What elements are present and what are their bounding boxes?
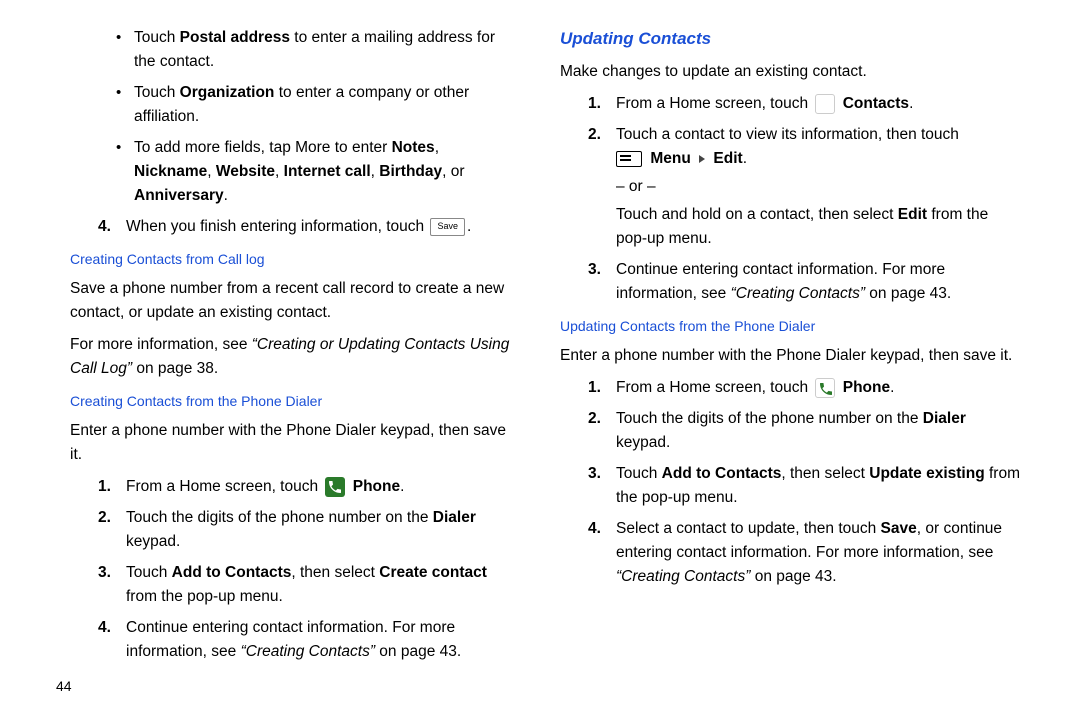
dialer-step-4: 4. Continue entering contact information… bbox=[98, 616, 516, 664]
bullet-organization: Touch Organization to enter a company or… bbox=[116, 81, 516, 129]
bullet-more-fields: To add more fields, tap More to enter No… bbox=[116, 136, 516, 208]
update-step-2: 2. Touch a contact to view its informati… bbox=[588, 123, 1022, 251]
bold-postal: Postal address bbox=[180, 29, 290, 46]
bold-edit: Edit bbox=[713, 150, 742, 167]
update-step-1: 1. From a Home screen, touch Contacts. bbox=[588, 92, 1022, 116]
bold-phone: Phone bbox=[843, 379, 890, 396]
step-number: 4. bbox=[98, 215, 111, 239]
step-number: 4. bbox=[98, 616, 111, 640]
bullet-postal-address: Touch Postal address to enter a mailing … bbox=[116, 26, 516, 74]
call-log-intro: Save a phone number from a recent call r… bbox=[70, 277, 516, 325]
text: Touch bbox=[134, 84, 180, 101]
left-column: Touch Postal address to enter a mailing … bbox=[40, 26, 540, 700]
bold-add-to-contacts: Add to Contacts bbox=[172, 564, 292, 581]
step-number: 2. bbox=[588, 407, 601, 431]
updating-intro: Make changes to update an existing conta… bbox=[560, 60, 1022, 84]
subheading-phone-dialer-create: Creating Contacts from the Phone Dialer bbox=[70, 391, 516, 413]
text: When you finish entering information, to… bbox=[126, 218, 424, 235]
bold-dialer: Dialer bbox=[433, 509, 476, 526]
phone-icon bbox=[815, 378, 835, 398]
step-number: 1. bbox=[588, 376, 601, 400]
bold-internet-call: Internet call bbox=[284, 163, 371, 180]
dialer-step-2: 2. Touch the digits of the phone number … bbox=[98, 506, 516, 554]
call-log-ref: For more information, see “Creating or U… bbox=[70, 333, 516, 381]
bold-dialer: Dialer bbox=[923, 410, 966, 427]
step-number: 2. bbox=[98, 506, 111, 530]
step-number: 3. bbox=[588, 258, 601, 282]
step-number: 3. bbox=[98, 561, 111, 585]
dialer-update-intro: Enter a phone number with the Phone Dial… bbox=[560, 344, 1022, 368]
text: To add more fields, tap More to enter bbox=[134, 139, 392, 156]
subheading-phone-dialer-update: Updating Contacts from the Phone Dialer bbox=[560, 316, 1022, 338]
bold-nickname: Nickname bbox=[134, 163, 207, 180]
field-options-list: Touch Postal address to enter a mailing … bbox=[70, 26, 516, 208]
step-number: 1. bbox=[588, 92, 601, 116]
bold-website: Website bbox=[216, 163, 275, 180]
bold-anniversary: Anniversary bbox=[134, 187, 224, 204]
save-button-graphic: Save bbox=[430, 218, 465, 236]
update-step-3: 3. Continue entering contact information… bbox=[588, 258, 1022, 306]
text: Touch bbox=[134, 29, 180, 46]
bold-contacts: Contacts bbox=[843, 95, 909, 112]
bold-edit: Edit bbox=[898, 206, 927, 223]
menu-icon bbox=[616, 151, 642, 167]
dialer-update-step-2: 2. Touch the digits of the phone number … bbox=[588, 407, 1022, 455]
bold-add-to-contacts: Add to Contacts bbox=[662, 465, 782, 482]
dialer-create-intro: Enter a phone number with the Phone Dial… bbox=[70, 419, 516, 467]
dialer-step-3: 3. Touch Add to Contacts, then select Cr… bbox=[98, 561, 516, 609]
dialer-update-step-4: 4. Select a contact to update, then touc… bbox=[588, 517, 1022, 589]
step-4-finish: 4. When you finish entering information,… bbox=[98, 215, 516, 239]
bold-birthday: Birthday bbox=[379, 163, 442, 180]
bold-notes: Notes bbox=[392, 139, 435, 156]
bold-save: Save bbox=[881, 520, 917, 537]
bold-organization: Organization bbox=[180, 84, 275, 101]
or-separator: – or – bbox=[616, 175, 1022, 199]
bold-phone: Phone bbox=[353, 478, 400, 495]
manual-page: Touch Postal address to enter a mailing … bbox=[0, 0, 1080, 720]
cross-ref: “Creating Contacts” bbox=[731, 285, 865, 302]
dialer-update-step-1: 1. From a Home screen, touch Phone. bbox=[588, 376, 1022, 400]
bold-menu: Menu bbox=[650, 150, 690, 167]
dialer-step-1: 1. From a Home screen, touch Phone. bbox=[98, 475, 516, 499]
step-number: 4. bbox=[588, 517, 601, 541]
contacts-icon bbox=[815, 94, 835, 114]
heading-updating-contacts: Updating Contacts bbox=[560, 26, 1022, 52]
arrow-icon bbox=[699, 155, 705, 163]
step-number: 2. bbox=[588, 123, 601, 147]
step-number: 3. bbox=[588, 462, 601, 486]
cross-ref: “Creating Contacts” bbox=[241, 643, 375, 660]
right-column: Updating Contacts Make changes to update… bbox=[540, 26, 1040, 700]
page-number: 44 bbox=[56, 676, 72, 698]
bold-update-existing: Update existing bbox=[869, 465, 984, 482]
phone-icon bbox=[325, 477, 345, 497]
dialer-update-step-3: 3. Touch Add to Contacts, then select Up… bbox=[588, 462, 1022, 510]
cross-ref: “Creating Contacts” bbox=[616, 568, 750, 585]
step-number: 1. bbox=[98, 475, 111, 499]
subheading-call-log: Creating Contacts from Call log bbox=[70, 249, 516, 271]
bold-create-contact: Create contact bbox=[379, 564, 487, 581]
